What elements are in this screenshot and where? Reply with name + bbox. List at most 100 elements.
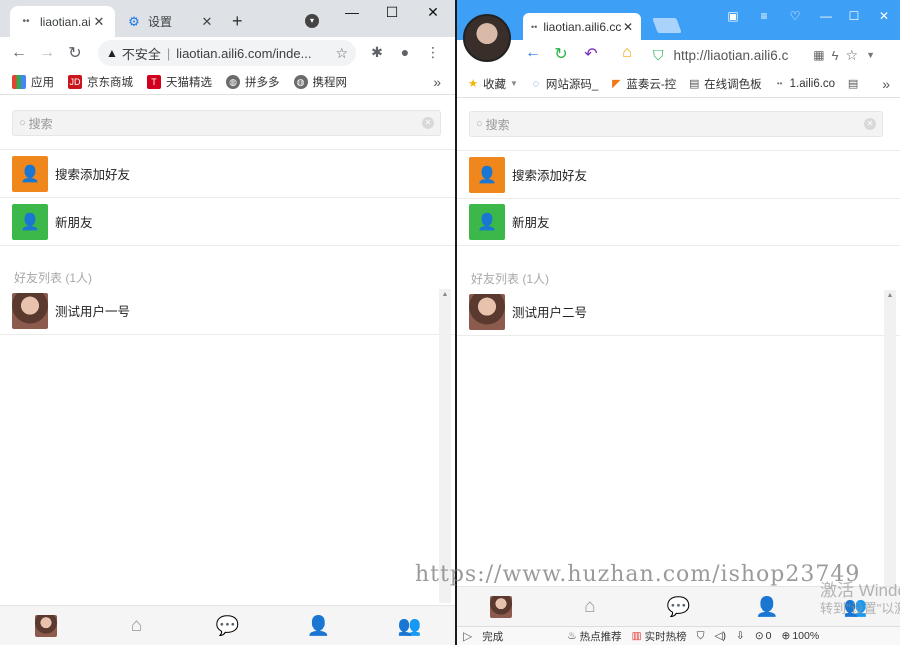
- reload-icon[interactable]: ↻: [61, 43, 89, 63]
- search-input[interactable]: ○ 搜索 ✕: [12, 110, 441, 136]
- more-bookmarks-icon[interactable]: »: [882, 76, 890, 92]
- scrollbar[interactable]: ▲: [439, 289, 451, 603]
- back-icon[interactable]: ←: [523, 44, 543, 62]
- bookmark-label: 1.aili6.co: [789, 77, 836, 90]
- right-browser-window: •• liaotian.aili6.cc ✕ ▣ ≡ ♡ — ☐ ✕ ← ↻ ↶…: [457, 0, 900, 645]
- tab-count-icon[interactable]: ▣: [723, 9, 743, 29]
- bookmark-tmall[interactable]: T 天猫精选: [147, 74, 212, 90]
- more-bookmarks-icon[interactable]: »: [433, 74, 441, 90]
- bookmark-source[interactable]: ◌ 网站源码_: [530, 76, 599, 92]
- address-bar[interactable]: ⛉ http://liaotian.aili6.c ▦ ϟ ☆ ▼: [653, 44, 875, 66]
- bookmark-ctrip[interactable]: ◍ 携程网: [293, 74, 347, 90]
- bookmark-label: 蓝奏云-控: [626, 78, 677, 91]
- user-avatar[interactable]: [463, 14, 511, 62]
- search-placeholder: 搜索: [485, 117, 510, 132]
- hot-recommend-button[interactable]: ♨ 热点推荐: [567, 629, 621, 644]
- close-window-button[interactable]: ✕: [418, 4, 448, 24]
- scroll-up-icon[interactable]: ▲: [884, 290, 896, 302]
- bookmark-apps[interactable]: 应用: [12, 74, 54, 90]
- separator: |: [166, 45, 171, 61]
- tab-profile[interactable]: [457, 587, 546, 626]
- qr-code-icon[interactable]: ▦: [813, 48, 824, 62]
- sidebar-toggle-icon[interactable]: ▷: [463, 629, 472, 643]
- home-icon[interactable]: ⌂: [546, 587, 635, 626]
- bookmark-aili6[interactable]: •• 1.aili6.co: [774, 78, 835, 90]
- close-tab-icon[interactable]: ✕: [91, 14, 107, 30]
- shield-icon[interactable]: ⛉: [697, 630, 705, 643]
- bookmark-jd[interactable]: JD 京东商城: [68, 74, 133, 90]
- bookmark-lanzou[interactable]: ◤ 蓝奏云-控: [610, 76, 676, 92]
- scroll-up-icon[interactable]: ▲: [439, 289, 451, 301]
- warning-icon: ▲: [106, 46, 118, 60]
- menu-icon[interactable]: ⋮: [424, 44, 442, 62]
- new-friend-row[interactable]: 👤 新朋友: [457, 198, 900, 246]
- friend-row[interactable]: 测试用户一号: [0, 287, 455, 335]
- chat-icon[interactable]: 💬: [634, 587, 723, 626]
- url-text: liaotian.aili6.com/inde...: [176, 45, 312, 61]
- back-icon[interactable]: ←: [5, 44, 33, 62]
- add-friend-row[interactable]: 👤 搜索添加好友: [457, 151, 900, 199]
- volume-icon[interactable]: ◁): [714, 630, 726, 642]
- status-bar: ▷ 完成 ♨ 热点推荐 ▥ 实时热榜 ⛉ ◁) ⇩ ⊙ 0 ⊕ 100%: [457, 626, 900, 645]
- search-input[interactable]: ○ 搜索 ✕: [469, 111, 883, 137]
- new-friend-row[interactable]: 👤 新朋友: [0, 198, 455, 246]
- bookmark-palette[interactable]: ▤ 在线调色板: [688, 76, 762, 92]
- close-tab-icon[interactable]: ✕: [623, 20, 633, 34]
- download-icon[interactable]: ⇩: [736, 630, 745, 642]
- shield-icon: ⛉: [653, 46, 664, 63]
- status-text: 完成: [482, 630, 504, 643]
- contacts-icon[interactable]: 👤: [723, 587, 812, 626]
- contacts-icon[interactable]: 👤: [273, 606, 364, 645]
- reload-icon[interactable]: ↻: [551, 44, 571, 64]
- new-tab-button[interactable]: [652, 18, 682, 33]
- add-friend-row[interactable]: 👤 搜索添加好友: [0, 150, 455, 198]
- chevron-down-icon[interactable]: ▼: [866, 50, 875, 60]
- clear-icon[interactable]: ✕: [864, 118, 876, 130]
- bookmark-star-icon[interactable]: ☆: [335, 45, 348, 62]
- menu-icon[interactable]: ≡: [754, 9, 774, 29]
- bookmark-doc[interactable]: ▤: [847, 78, 863, 90]
- avatar: [12, 292, 48, 329]
- counter[interactable]: ⊙ 0: [755, 630, 772, 642]
- close-tab-icon[interactable]: ✕: [199, 14, 215, 30]
- bookmarks-bar: 应用 JD 京东商城 T 天猫精选 ◍ 拼多多 ◍ 携程网: [0, 69, 455, 95]
- lightning-icon[interactable]: ϟ: [832, 48, 839, 63]
- undo-icon[interactable]: ↶: [581, 44, 601, 64]
- watermark-text: https://www.huzhan.com/ishop23749: [415, 562, 861, 587]
- maximize-button[interactable]: ☐: [377, 4, 407, 24]
- bookmark-label: 应用: [31, 76, 54, 89]
- bookmark-favorites[interactable]: ★ 收藏 ▼: [467, 76, 518, 92]
- maximize-button[interactable]: ☐: [844, 9, 864, 29]
- avatar: [490, 595, 513, 618]
- zoom-icon: ⊕: [781, 630, 791, 642]
- new-tab-button[interactable]: +: [232, 11, 243, 32]
- toolbar: ← → ↻ ▲ 不安全 | liaotian.aili6.com/inde...…: [0, 37, 455, 69]
- bookmark-pinduoduo[interactable]: ◍ 拼多多: [226, 74, 280, 90]
- friend-row[interactable]: 测试用户二号: [457, 288, 900, 336]
- home-icon[interactable]: ⌂: [91, 606, 182, 645]
- title-bar: •• liaotian.aili6.cc ✕ ▣ ≡ ♡ — ☐ ✕: [457, 0, 900, 40]
- bookmark-label: 在线调色板: [704, 78, 762, 91]
- skin-icon[interactable]: ♡: [785, 9, 805, 29]
- minimize-button[interactable]: —: [816, 9, 836, 29]
- minimize-button[interactable]: —: [337, 4, 367, 24]
- group-icon[interactable]: 👥: [364, 606, 455, 645]
- tab-liaotian[interactable]: •• liaotian.aili6.cc ✕: [523, 13, 641, 40]
- profile-icon[interactable]: ●: [396, 44, 414, 62]
- tab-liaotian[interactable]: •• liaotian.aili ✕: [10, 6, 115, 37]
- omnibox[interactable]: ▲ 不安全 | liaotian.aili6.com/inde... ☆: [98, 40, 356, 66]
- extensions-icon[interactable]: ✱: [368, 44, 386, 62]
- scrollbar[interactable]: ▲: [884, 290, 896, 586]
- bookmark-star-icon[interactable]: ☆: [846, 47, 859, 64]
- realtime-hot-button[interactable]: ▥ 实时热榜: [632, 629, 687, 644]
- app-favicon: ••: [22, 16, 30, 27]
- clear-icon[interactable]: ✕: [422, 117, 434, 129]
- tab-search-icon[interactable]: ▾: [305, 14, 319, 28]
- forward-icon[interactable]: →: [33, 44, 61, 62]
- close-window-button[interactable]: ✕: [874, 9, 894, 29]
- tab-profile[interactable]: [0, 606, 91, 645]
- chat-icon[interactable]: 💬: [182, 606, 273, 645]
- home-icon[interactable]: ⌂: [617, 44, 637, 62]
- zoom-control[interactable]: ⊕ 100%: [782, 630, 820, 642]
- tab-settings[interactable]: ⚙ 设置 ✕: [118, 6, 223, 37]
